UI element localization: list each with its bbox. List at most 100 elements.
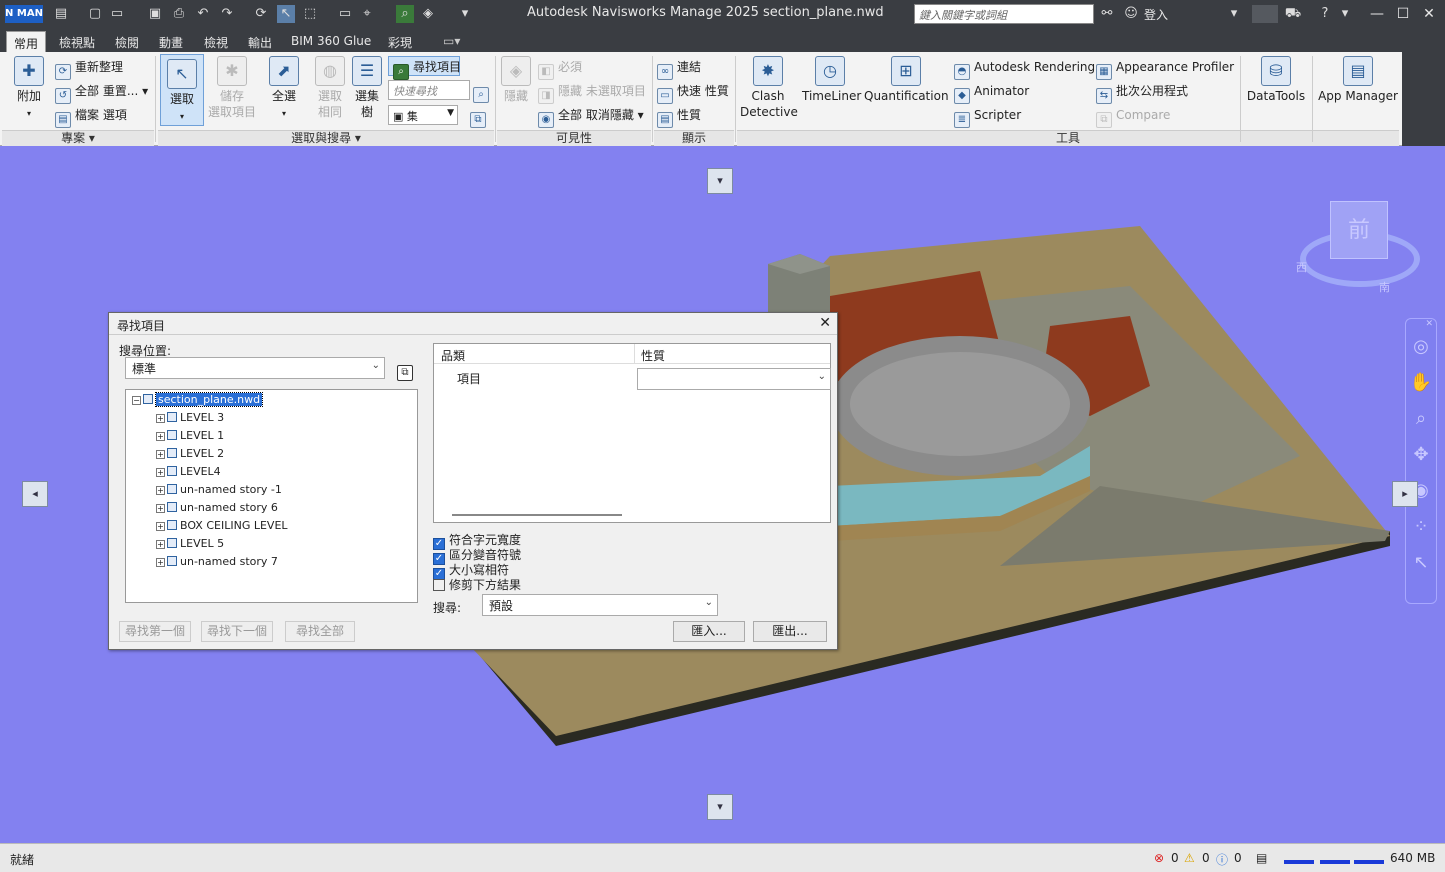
copy-selection-button[interactable]: ⧉ <box>397 358 417 381</box>
match-case-checkbox[interactable]: ✓ 大小寫相符 <box>433 563 509 580</box>
section-left-arrow-icon[interactable]: ◂ <box>22 481 48 507</box>
selection-tree[interactable]: − section_plane.nwd + LEVEL 3 + LEVEL 1 + LE… <box>125 389 418 603</box>
datatools-button[interactable]: ⛁ DataTools <box>1246 56 1306 104</box>
quantification-button[interactable]: ⊞ Quantification <box>864 56 949 104</box>
close-window-icon[interactable]: ✕ <box>1418 3 1440 25</box>
tree-node[interactable]: + LEVEL 3 <box>156 409 224 426</box>
tab-render[interactable]: 彩現 <box>381 31 419 52</box>
open-file-icon[interactable]: ▭ <box>108 5 126 23</box>
cart-icon[interactable]: ⛟ <box>1284 5 1302 23</box>
timeliner-button[interactable]: ◷ TimeLiner <box>802 56 861 104</box>
manage-sets-button[interactable]: ⧉ <box>470 105 490 128</box>
viewcube[interactable]: 前 南 西 <box>1296 201 1420 294</box>
unhide-all-button[interactable]: ◉ 全部 取消隱藏 ▾ <box>538 105 644 128</box>
panel-title-project[interactable]: 專案 ▾ <box>2 130 154 146</box>
navbar-close-icon[interactable]: ✕ <box>1406 319 1436 329</box>
refresh-button[interactable]: ⟳ 重新整理 <box>55 57 123 80</box>
redo-icon[interactable]: ↷ <box>218 5 236 23</box>
selection-tree-button[interactable]: ☰ 選集樹 <box>350 56 384 120</box>
select-cursor-icon[interactable]: ↖ <box>277 5 295 23</box>
col-category-header[interactable]: 品類 <box>441 347 465 364</box>
open-recent-icon[interactable]: ▤ <box>52 5 70 23</box>
section-right-arrow-icon[interactable]: ▸ <box>1392 481 1418 507</box>
dialog-close-icon[interactable]: ✕ <box>819 315 831 331</box>
undo-icon[interactable]: ↶ <box>194 5 212 23</box>
tree-node[interactable]: + LEVEL4 <box>156 463 221 480</box>
tree-node[interactable]: + LEVEL 1 <box>156 427 224 444</box>
expand-icon[interactable]: + <box>156 432 165 441</box>
expand-icon[interactable]: + <box>156 414 165 423</box>
print-icon[interactable]: ⎙ <box>170 5 188 23</box>
expand-icon[interactable]: + <box>156 450 165 459</box>
tree-node[interactable]: + un-named story -1 <box>156 481 282 498</box>
tab-bim360glue[interactable]: BIM 360 Glue <box>284 31 378 52</box>
expand-icon[interactable]: + <box>156 504 165 513</box>
select-all-button[interactable]: ⬈ 全選 ▾ <box>266 56 302 122</box>
find-all-button[interactable]: 尋找全部 <box>285 621 355 642</box>
tab-home[interactable]: 常用 <box>6 31 47 52</box>
links-button[interactable]: ∞ 連結 <box>657 57 701 80</box>
warning-icon[interactable]: ⚠ <box>1184 851 1195 865</box>
tree-root-label[interactable]: section_plane.nwd <box>154 392 264 407</box>
tree-root[interactable]: − section_plane.nwd <box>132 391 264 408</box>
expand-icon[interactable]: + <box>156 468 165 477</box>
autodesk-rendering-button[interactable]: ◓ Autodesk Rendering <box>954 57 1095 80</box>
section-bottom-arrow-icon[interactable]: ▾ <box>707 794 733 820</box>
tree-node[interactable]: + un-named story 6 <box>156 499 278 516</box>
append-button[interactable]: ✚ 附加 ▾ <box>12 56 46 122</box>
match-width-checkbox[interactable]: ✓ 符合字元寬度 <box>433 533 521 550</box>
tab-review[interactable]: 檢閱 <box>108 31 146 52</box>
app-manager-button[interactable]: ▤ App Manager <box>1318 56 1398 104</box>
reset-all-button[interactable]: ↺ 全部 重置... ▾ <box>55 81 148 104</box>
appearance-profiler-button[interactable]: ▦ Appearance Profiler <box>1096 57 1234 80</box>
tree-node[interactable]: + BOX CEILING LEVEL <box>156 517 288 534</box>
find-first-button[interactable]: 尋找第一個 <box>119 621 191 642</box>
panel-title-select-search[interactable]: 選取與搜尋 ▾ <box>158 130 494 146</box>
ribbon-options-dropdown-icon[interactable]: ▭▾ <box>436 31 467 52</box>
expand-icon[interactable]: + <box>156 486 165 495</box>
section-top-arrow-icon[interactable]: ▾ <box>707 168 733 194</box>
expand-icon[interactable]: + <box>156 540 165 549</box>
scripter-button[interactable]: ≣ Scripter <box>954 105 1021 128</box>
hide-icon[interactable]: ◈ <box>419 5 437 23</box>
walk-icon[interactable]: ⁘ <box>1406 509 1436 545</box>
batch-utility-button[interactable]: ⇆ 批次公用程式 <box>1096 81 1188 104</box>
tree-node[interactable]: + LEVEL 5 <box>156 535 224 552</box>
refresh-icon[interactable]: ⟳ <box>252 5 270 23</box>
quick-find-search-icon[interactable]: ⌕ <box>473 80 493 103</box>
tab-viewpoint[interactable]: 檢視點 <box>52 31 102 52</box>
viewcube-south-label[interactable]: 南 <box>1379 279 1390 295</box>
binoculars-icon[interactable]: ⚯ <box>1098 5 1116 23</box>
minimize-icon[interactable]: — <box>1366 3 1388 25</box>
viewcube-west-label[interactable]: 西 <box>1296 259 1307 275</box>
row-category-cell[interactable]: 項目 <box>457 370 481 387</box>
help-icon[interactable]: ? <box>1316 5 1334 23</box>
checkbox-unchecked-icon[interactable] <box>433 579 445 591</box>
expand-icon[interactable]: + <box>156 522 165 531</box>
save-selection-button[interactable]: ✱ 儲存 選取項目 <box>206 56 258 120</box>
zoom-window-icon[interactable]: ⌕ <box>1406 401 1436 437</box>
search-location-dropdown[interactable]: 標準 ⌄ <box>125 357 385 379</box>
quick-properties-button[interactable]: ▭ 快速 性質 <box>657 81 729 104</box>
collapse-icon[interactable]: − <box>132 396 141 405</box>
properties-button[interactable]: ▤ 性質 <box>657 105 701 128</box>
tree-node[interactable]: + LEVEL 2 <box>156 445 224 462</box>
sheet-browser-icon[interactable]: ▤ <box>1256 851 1267 865</box>
save-icon[interactable]: ▣ <box>146 5 164 23</box>
steering-wheel-icon[interactable]: ◎ <box>1406 329 1436 365</box>
quick-find-input[interactable]: 快速尋找 <box>388 80 470 100</box>
sets-dropdown[interactable]: ▣ 集 ▼ <box>388 105 458 125</box>
file-options-button[interactable]: ▤ 檔案 選項 <box>55 105 127 128</box>
compare-button[interactable]: ⧉ Compare <box>1096 105 1170 128</box>
col-property-header[interactable]: 性質 <box>641 347 665 364</box>
help-dropdown-icon[interactable]: ▾ <box>1336 5 1354 23</box>
require-button[interactable]: ◧ 必須 <box>538 57 582 80</box>
sign-in-link[interactable]: 登入 <box>1144 6 1168 23</box>
tab-view[interactable]: 檢視 <box>197 31 235 52</box>
error-icon[interactable]: ⊗ <box>1154 851 1164 865</box>
display-icon[interactable]: ▭ <box>336 5 354 23</box>
help-search-input[interactable]: 鍵入關鍵字或詞組 <box>914 4 1094 24</box>
maximize-icon[interactable]: ☐ <box>1392 3 1414 25</box>
select-same-button[interactable]: ◍ 選取 相同 <box>312 56 348 120</box>
dialog-title-bar[interactable]: 尋找項目 ✕ <box>109 313 837 335</box>
